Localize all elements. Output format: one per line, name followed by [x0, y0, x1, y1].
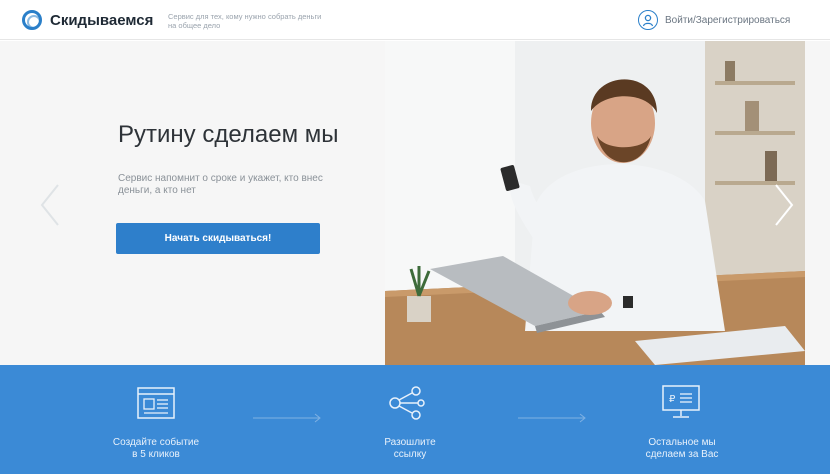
step-create-event: Создайте событие в 5 кликов	[86, 437, 226, 461]
step-label-line: Создайте событие	[112, 437, 200, 448]
step-label-line: ссылку	[393, 449, 427, 460]
step-label-line: Разошлите	[384, 437, 436, 448]
step-send-link: Разошлите ссылку	[340, 437, 480, 461]
step-label-line: сделаем за Вас	[645, 449, 719, 460]
logo-icon[interactable]	[22, 10, 42, 30]
hero-slider: Рутину сделаем мы Сервис напомнит о срок…	[0, 41, 830, 365]
step-we-do-rest: Остальное мы сделаем за Вас	[612, 437, 752, 461]
flow-arrow-icon	[518, 413, 586, 423]
brand-tagline: Сервис для тех, кому нужно собрать деньг…	[168, 12, 322, 30]
monitor-ruble-icon: ₽	[662, 385, 700, 418]
site-header: Скидываемся Сервис для тех, кому нужно с…	[0, 0, 830, 40]
brand-name[interactable]: Скидываемся	[50, 12, 153, 29]
hero-title: Рутину сделаем мы	[118, 121, 339, 148]
share-icon	[389, 386, 425, 420]
step-label-line: в 5 кликов	[132, 449, 180, 460]
slider-prev-icon[interactable]	[38, 183, 62, 227]
login-register-link[interactable]: Войти/Зарегистрироваться	[665, 15, 790, 26]
step-label-line: Остальное мы	[648, 437, 716, 448]
slider-next-icon[interactable]	[772, 183, 796, 227]
start-button[interactable]: Начать скидываться!	[116, 223, 320, 254]
user-icon[interactable]	[638, 10, 658, 30]
hero-subtitle: Сервис напомнит о сроке и укажет, кто вн…	[118, 173, 323, 196]
hero-photo	[385, 41, 805, 365]
steps-band: ₽ Создайте событие в 5 кликов Разошлите …	[0, 365, 830, 474]
flow-arrow-icon	[253, 413, 321, 423]
window-form-icon	[137, 387, 175, 419]
svg-text:₽: ₽	[669, 394, 676, 405]
